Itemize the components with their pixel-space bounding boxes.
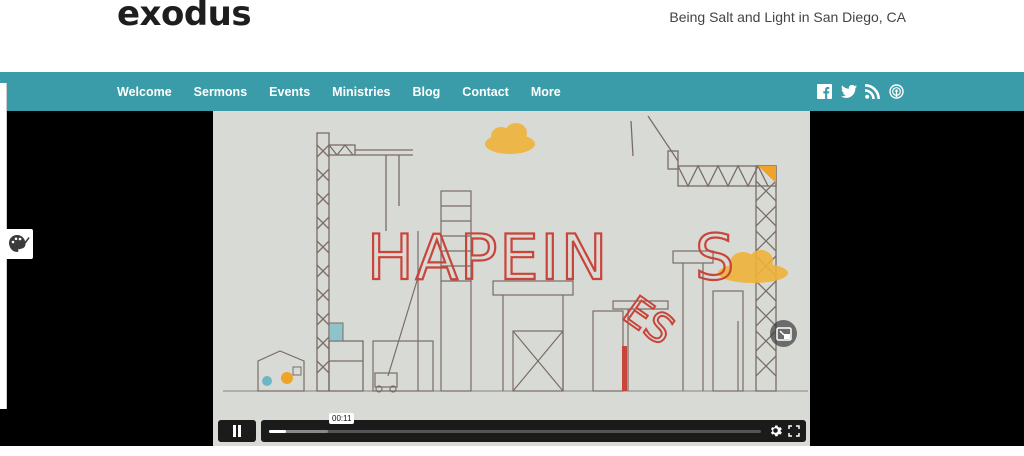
nav-item-blog[interactable]: Blog bbox=[413, 85, 441, 99]
nav-item-sermons[interactable]: Sermons bbox=[194, 85, 248, 99]
site-logo[interactable]: exodus bbox=[117, 0, 252, 34]
progress-track[interactable] bbox=[269, 430, 761, 433]
gear-icon bbox=[770, 425, 782, 437]
nav-item-ministries[interactable]: Ministries bbox=[332, 85, 390, 99]
pause-button[interactable] bbox=[218, 420, 256, 442]
picture-in-picture-icon bbox=[775, 326, 792, 341]
podcast-icon[interactable] bbox=[889, 84, 904, 99]
fullscreen-icon bbox=[788, 425, 800, 437]
nav-item-events[interactable]: Events bbox=[269, 85, 310, 99]
video-controls: 00:11 bbox=[213, 413, 810, 446]
site-header: exodus Being Salt and Light in San Diego… bbox=[0, 0, 1024, 72]
settings-button[interactable] bbox=[769, 424, 782, 442]
rss-icon[interactable] bbox=[865, 84, 880, 99]
site-tagline: Being Salt and Light in San Diego, CA bbox=[669, 9, 906, 25]
nav-item-welcome[interactable]: Welcome bbox=[117, 85, 172, 99]
palette-button[interactable] bbox=[4, 229, 33, 259]
nav-item-contact[interactable]: Contact bbox=[462, 85, 509, 99]
played-bar bbox=[269, 430, 286, 433]
nav-item-more[interactable]: More bbox=[531, 85, 561, 99]
artwork-letters-s: S bbox=[695, 221, 734, 294]
palette-icon bbox=[8, 235, 30, 252]
main-nav: Welcome Sermons Events Ministries Blog C… bbox=[0, 72, 1024, 111]
pause-icon bbox=[233, 425, 241, 437]
progress-bar-container: 00:11 bbox=[261, 413, 806, 442]
current-time-tooltip: 00:11 bbox=[329, 413, 355, 424]
video-player[interactable]: HAPEIN S ES bbox=[213, 111, 810, 446]
fullscreen-button[interactable] bbox=[788, 424, 800, 442]
facebook-icon[interactable] bbox=[817, 84, 832, 99]
social-links bbox=[817, 84, 904, 99]
artwork-letters: HAPEIN bbox=[367, 221, 609, 294]
video-artwork: HAPEIN S ES bbox=[213, 111, 810, 446]
picture-in-picture-button[interactable] bbox=[770, 320, 797, 347]
twitter-icon[interactable] bbox=[841, 84, 857, 99]
